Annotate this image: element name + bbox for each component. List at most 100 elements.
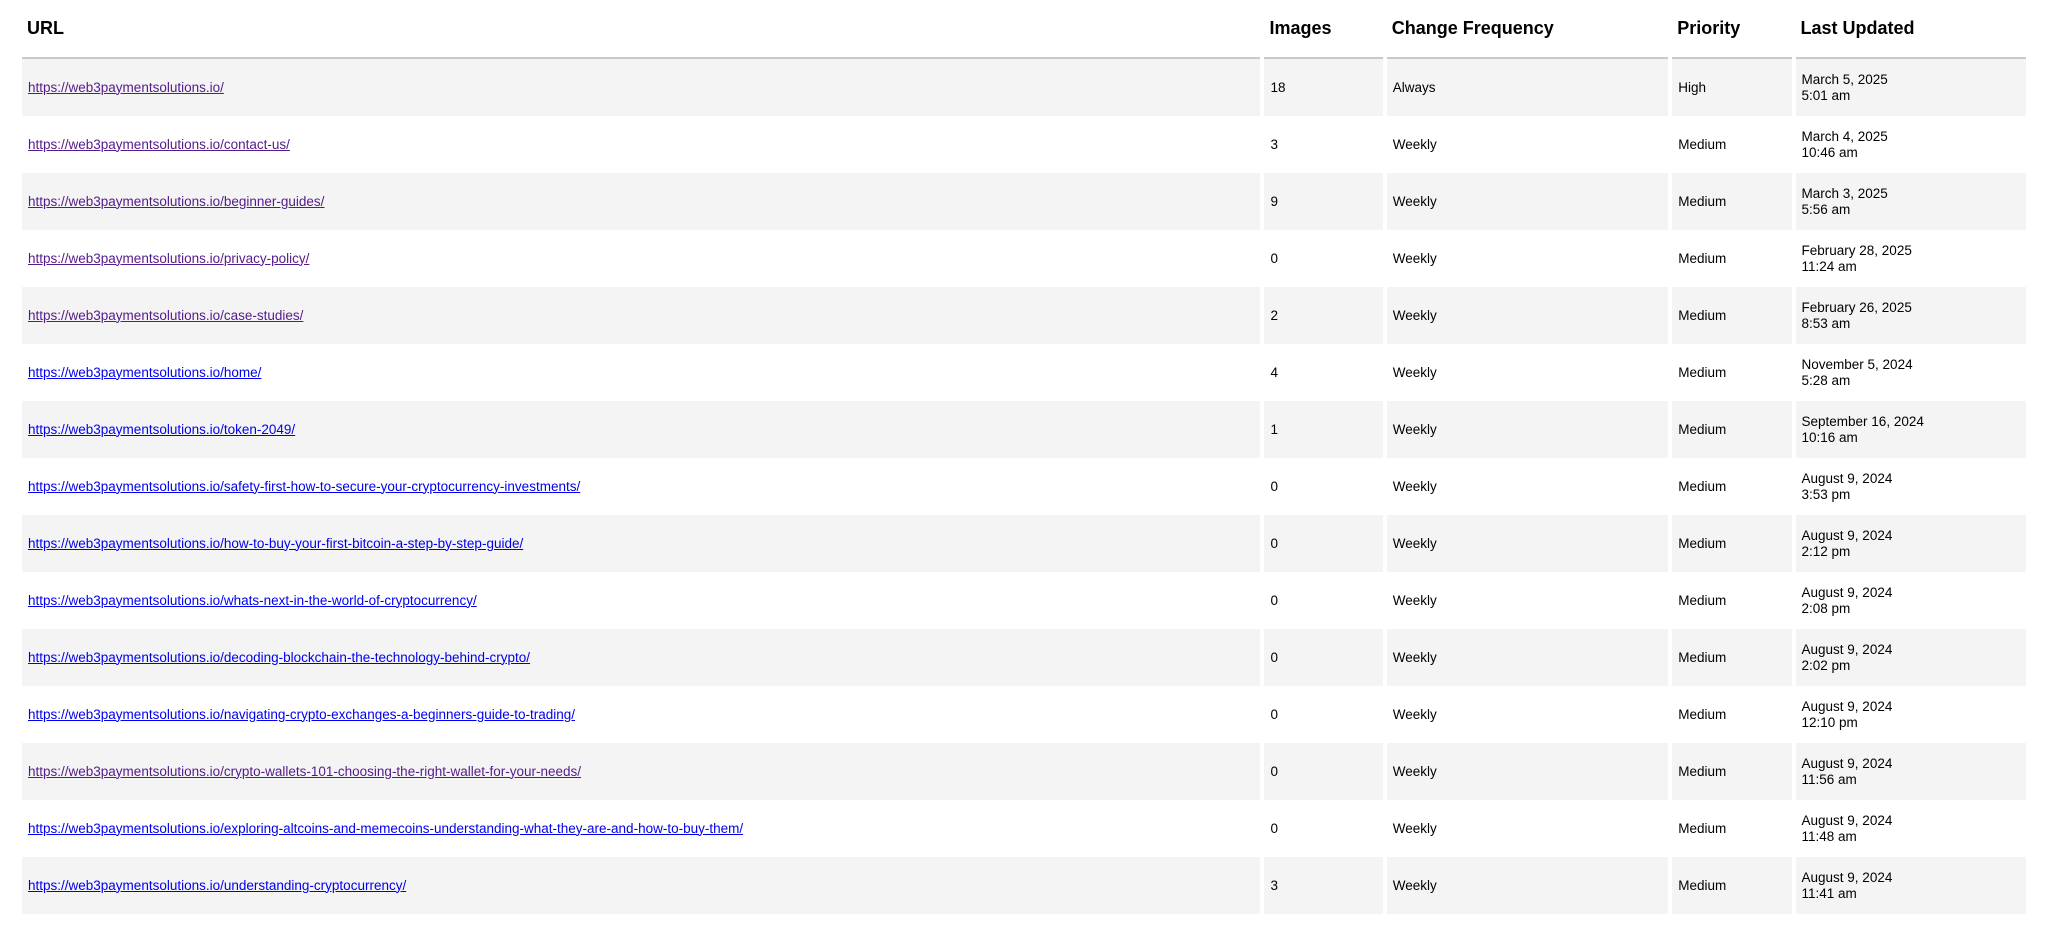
- url-link[interactable]: https://web3paymentsolutions.io/understa…: [28, 878, 406, 893]
- change-frequency-cell: Weekly: [1386, 287, 1669, 344]
- last-updated-time: 5:28 am: [1801, 372, 1851, 388]
- url-link[interactable]: https://web3paymentsolutions.io/case-stu…: [28, 308, 303, 323]
- last-updated-cell: February 28, 2025 11:24 am: [1796, 230, 2026, 287]
- table-row: https://web3paymentsolutions.io/privacy-…: [22, 230, 2026, 287]
- last-updated-cell: March 4, 2025 10:46 am: [1796, 116, 2026, 173]
- images-count-cell: 3: [1270, 136, 1278, 152]
- priority-cell: Medium: [1672, 515, 1792, 572]
- last-updated-date: August 9, 2024: [1801, 584, 1893, 600]
- last-updated-time: 5:01 am: [1801, 87, 1851, 103]
- change-frequency-cell: Weekly: [1386, 629, 1669, 686]
- table-row: https://web3paymentsolutions.io/safety-f…: [22, 458, 2026, 515]
- images-count-cell: 1: [1264, 401, 1383, 458]
- priority-cell: Medium: [1672, 401, 1792, 458]
- url-link[interactable]: https://web3paymentsolutions.io/contact-…: [28, 137, 290, 152]
- last-updated-cell: August 9, 2024 2:02 pm: [1795, 629, 2026, 686]
- last-updated-time: 3:53 pm: [1801, 486, 1851, 502]
- last-updated-time: 2:08 pm: [1801, 600, 1851, 616]
- last-updated-date: August 9, 2024: [1801, 698, 1893, 714]
- last-updated-time: 11:48 am: [1801, 828, 1857, 844]
- change-frequency-cell: Weekly: [1392, 364, 1437, 380]
- images-count-cell: 0: [1270, 478, 1278, 494]
- url-cell: https://web3paymentsolutions.io/beginner…: [22, 173, 1261, 230]
- table-row: https://web3paymentsolutions.io/case-stu…: [22, 287, 2026, 344]
- table-row: https://web3paymentsolutions.io/decoding…: [22, 629, 2026, 686]
- images-count-cell: 4: [1270, 364, 1278, 380]
- url-cell: https://web3paymentsolutions.io/decoding…: [22, 629, 1261, 686]
- url-link[interactable]: https://web3paymentsolutions.io/crypto-w…: [28, 764, 581, 779]
- change-frequency-cell: Weekly: [1386, 515, 1669, 572]
- url-link[interactable]: https://web3paymentsolutions.io/whats-ne…: [28, 593, 477, 608]
- table-row: https://web3paymentsolutions.io/whats-ne…: [22, 572, 2026, 629]
- priority-cell: Medium: [1678, 820, 1727, 836]
- images-count-cell: 3: [1264, 857, 1383, 914]
- url-cell: https://web3paymentsolutions.io/contact-…: [22, 116, 1260, 173]
- last-updated-date: February 26, 2025: [1801, 299, 1912, 315]
- url-link[interactable]: https://web3paymentsolutions.io/explorin…: [28, 821, 743, 836]
- last-updated-date: August 9, 2024: [1801, 755, 1893, 771]
- url-link[interactable]: https://web3paymentsolutions.io/decoding…: [28, 650, 530, 665]
- priority-cell: Medium: [1678, 706, 1727, 722]
- table-row: https://web3paymentsolutions.io/home/4 We…: [22, 344, 2026, 401]
- last-updated-cell: February 26, 2025 8:53 am: [1795, 287, 2026, 344]
- images-count-cell: 0: [1270, 592, 1278, 608]
- last-updated-time: 11:41 am: [1801, 885, 1857, 901]
- last-updated-date: August 9, 2024: [1801, 812, 1893, 828]
- last-updated-date: March 4, 2025: [1801, 128, 1888, 144]
- table-row: https://web3paymentsolutions.io/18 Always…: [22, 59, 2026, 116]
- images-count-cell: 18: [1264, 59, 1383, 116]
- table-row: https://web3paymentsolutions.io/navigati…: [22, 686, 2026, 743]
- last-updated-cell: August 9, 2024 2:12 pm: [1795, 515, 2026, 572]
- last-updated-time: 10:46 am: [1801, 144, 1858, 160]
- url-link[interactable]: https://web3paymentsolutions.io/: [28, 80, 224, 95]
- url-link[interactable]: https://web3paymentsolutions.io/beginner…: [28, 194, 324, 209]
- url-cell: https://web3paymentsolutions.io/explorin…: [22, 800, 1260, 857]
- url-cell: https://web3paymentsolutions.io/token-20…: [22, 401, 1261, 458]
- url-link[interactable]: https://web3paymentsolutions.io/privacy-…: [28, 251, 309, 266]
- last-updated-time: 8:53 am: [1801, 315, 1851, 331]
- priority-cell: High: [1672, 59, 1792, 116]
- last-updated-cell: August 9, 2024 11:41 am: [1795, 857, 2026, 914]
- last-updated-time: 5:56 am: [1801, 201, 1851, 217]
- last-updated-date: August 9, 2024: [1801, 869, 1893, 885]
- url-cell: https://web3paymentsolutions.io/how-to-b…: [22, 515, 1261, 572]
- priority-cell: Medium: [1672, 857, 1792, 914]
- last-updated-cell: August 9, 2024 2:08 pm: [1796, 572, 2026, 629]
- url-link[interactable]: https://web3paymentsolutions.io/how-to-b…: [28, 536, 523, 551]
- table-header: URL Images Change Frequency Priority Las…: [22, 0, 2026, 59]
- change-frequency-cell: Weekly: [1386, 743, 1669, 800]
- last-updated-date: March 5, 2025: [1801, 71, 1888, 87]
- url-link[interactable]: https://web3paymentsolutions.io/home/: [28, 365, 261, 380]
- url-link[interactable]: https://web3paymentsolutions.io/safety-f…: [28, 479, 580, 494]
- images-count-cell: 0: [1270, 706, 1278, 722]
- table-row: https://web3paymentsolutions.io/how-to-b…: [22, 515, 2026, 572]
- priority-cell: Medium: [1672, 287, 1792, 344]
- last-updated-cell: August 9, 2024 11:56 am: [1795, 743, 2026, 800]
- images-count-cell: 2: [1264, 287, 1383, 344]
- priority-cell: Medium: [1672, 173, 1792, 230]
- table-row: https://web3paymentsolutions.io/beginner…: [22, 173, 2026, 230]
- last-updated-date: March 3, 2025: [1801, 185, 1888, 201]
- images-count-cell: 0: [1264, 515, 1383, 572]
- header-row: URL Images Change Frequency Priority Las…: [22, 0, 2026, 59]
- change-frequency-cell: Weekly: [1386, 857, 1669, 914]
- table-row: https://web3paymentsolutions.io/contact-…: [22, 116, 2026, 173]
- url-cell: https://web3paymentsolutions.io/privacy-…: [22, 230, 1260, 287]
- last-updated-date: August 9, 2024: [1801, 641, 1893, 657]
- table-body: https://web3paymentsolutions.io/18 Always…: [22, 59, 2026, 914]
- url-link[interactable]: https://web3paymentsolutions.io/token-20…: [28, 422, 295, 437]
- url-cell: https://web3paymentsolutions.io/case-stu…: [22, 287, 1261, 344]
- url-link[interactable]: https://web3paymentsolutions.io/navigati…: [28, 707, 575, 722]
- sitemap-table: URL Images Change Frequency Priority Las…: [18, 0, 2030, 914]
- last-updated-date: August 9, 2024: [1801, 470, 1893, 486]
- column-header-priority: Priority: [1672, 0, 1792, 59]
- url-cell: https://web3paymentsolutions.io/understa…: [22, 857, 1261, 914]
- images-count-cell: 0: [1270, 820, 1278, 836]
- table-row: https://web3paymentsolutions.io/crypto-w…: [22, 743, 2026, 800]
- images-count-cell: 0: [1264, 629, 1383, 686]
- table-row: https://web3paymentsolutions.io/token-20…: [22, 401, 2026, 458]
- change-frequency-cell: Weekly: [1392, 820, 1437, 836]
- priority-cell: Medium: [1678, 364, 1727, 380]
- priority-cell: Medium: [1678, 592, 1727, 608]
- url-cell: https://web3paymentsolutions.io/home/: [22, 344, 1260, 401]
